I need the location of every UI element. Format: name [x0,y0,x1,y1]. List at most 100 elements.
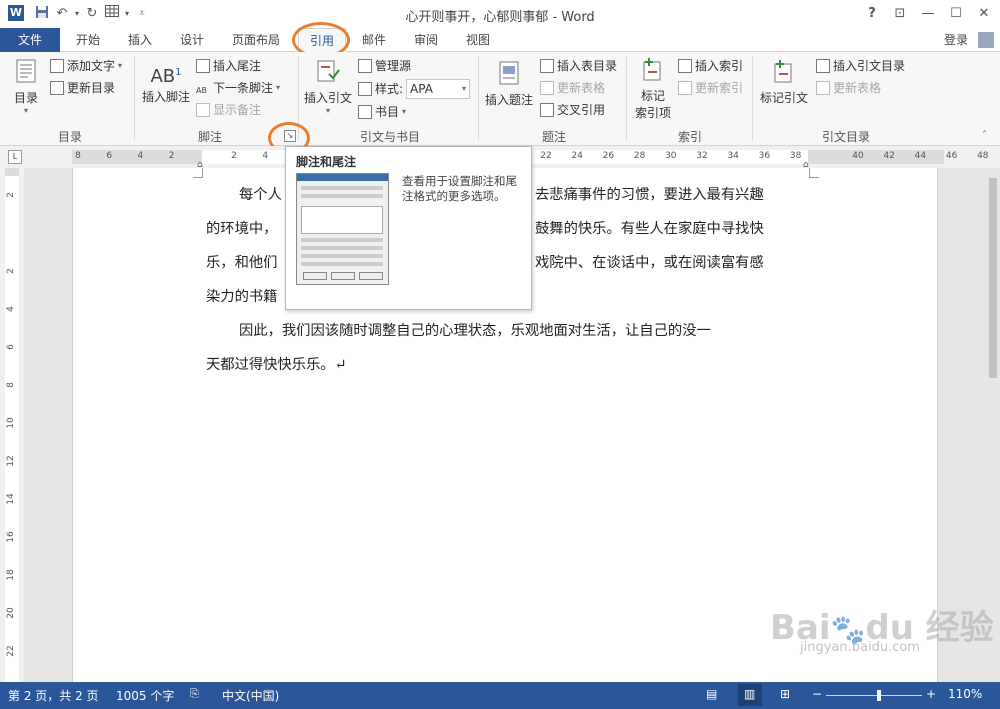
read-mode-icon[interactable]: ▤ [706,687,717,701]
minimize-button[interactable]: — [914,4,942,24]
ruler-tick-label: 34 [727,151,739,161]
bibliography-icon [358,105,372,119]
ribbon-tabs: 文件 开始 插入 设计 页面布局 引用 邮件 审阅 视图 登录 [0,28,1000,52]
tab-page-layout[interactable]: 页面布局 [224,28,288,52]
bibliography-button[interactable]: 书目 ▾ [358,102,406,122]
manage-sources-button[interactable]: 管理源 [358,56,411,76]
mark-citation-icon [774,60,792,83]
avatar[interactable] [978,32,994,48]
web-layout-icon[interactable]: ⊞ [780,687,790,701]
collapse-ribbon-icon[interactable]: ˄ [982,130,987,141]
ruler-tick-label: 46 [945,151,958,161]
tab-design[interactable]: 设计 [170,28,214,52]
dialog-preview-image [296,173,389,285]
group-label-toc: 目录 [57,130,82,144]
group-label-toa: 引文目录 [821,130,870,144]
window-title: 心开则事开，心郁则事郁 - Word [405,10,595,25]
proofing-icon[interactable]: ⎘ [190,687,199,701]
tab-file[interactable]: 文件 [0,28,60,52]
ruler-tick-label: 30 [665,151,677,161]
cross-reference-button[interactable]: 交叉引用 [540,100,605,120]
word-count[interactable]: 1005 个字 [116,687,174,704]
zoom-slider[interactable] [826,695,922,696]
group-label-citations: 引文与书目 [359,130,420,144]
para1-line3-left: 乐，和他们 [206,255,278,271]
redo-icon[interactable]: ↻ [82,5,102,23]
ruler-tick-label: 6 [106,151,113,161]
undo-dropdown-icon[interactable]: ▾ [72,5,82,23]
ribbon-display-options-button[interactable]: ⊡ [886,4,914,24]
undo-icon[interactable]: ↶ [52,5,72,23]
vruler-tick-label: 2 [6,192,16,198]
save-icon[interactable] [32,5,52,23]
para1-line2-left: 的环境中， [206,221,278,237]
toc-button[interactable]: 目录 ▾ [8,58,44,115]
watermark-url: jingyan.baidu.com [800,640,920,655]
table-icon[interactable] [102,5,122,23]
mark-entry-icon [643,58,661,81]
customize-icon[interactable]: ⩡ [132,5,152,23]
insert-citation-button[interactable]: 插入引文 ▾ [302,58,354,115]
ruler-tick-label: 26 [602,151,615,161]
endnote-icon [196,59,210,73]
insert-caption-button[interactable]: 插入题注 [482,60,536,108]
add-text-button[interactable]: 添加文字 ▾ [50,56,122,76]
footnote-tooltip: 脚注和尾注 查看用于设置脚注和尾注格式的更多选项。 [285,146,532,310]
style-icon [358,82,372,96]
ruler-tick-label: 24 [571,151,583,161]
show-notes-button[interactable]: 显示备注 [196,100,261,120]
ruler-tick-label: 44 [914,151,927,161]
tab-insert[interactable]: 插入 [118,28,162,52]
page-count[interactable]: 第 2 页，共 2 页 [8,687,99,704]
insert-toa-button[interactable]: 插入引文目录 [816,56,905,76]
tab-mailings[interactable]: 邮件 [352,28,396,52]
footnote-icon: AB1 [150,66,182,87]
sign-in-link[interactable]: 登录 [936,28,976,52]
tab-home[interactable]: 开始 [66,28,110,52]
zoom-level[interactable]: 110% [948,687,982,701]
ruler-tick-label: 40 [852,151,864,161]
zoom-slider-thumb[interactable] [876,690,881,701]
vruler-tick-label: 22 [6,645,16,657]
ruler-tick-label: 48 [977,151,989,161]
para1-line1-left: 每个人 [239,187,282,203]
next-footnote-button[interactable]: AB 下一条脚注 ▾ [196,78,280,98]
quick-access-toolbar: ↶ ▾ ↻ ▾ ⩡ [32,5,152,23]
group-label-captions: 题注 [541,130,566,144]
zoom-in-button[interactable]: + [926,687,936,701]
insert-endnote-button[interactable]: 插入尾注 [196,56,261,76]
tooltip-title: 脚注和尾注 [296,155,357,169]
group-label-index: 索引 [677,130,702,144]
vruler-tick-label: 6 [6,344,16,350]
scrollbar-thumb[interactable] [989,178,997,378]
print-layout-icon[interactable]: ▥ [744,687,755,701]
insert-index-icon [678,59,692,73]
ruler-tick-label: 4 [137,151,144,161]
group-label-footnotes: 脚注 [197,130,222,144]
zoom-out-button[interactable]: − [812,687,822,701]
next-footnote-icon: AB [196,86,207,95]
insert-index-button[interactable]: 插入索引 [678,56,743,76]
style-select[interactable]: APA ▾ [406,79,471,99]
update-table-button[interactable]: 更新表格 [540,78,605,98]
mark-entry-button[interactable]: 标记 索引项 [630,56,676,121]
maximize-button[interactable]: ☐ [942,4,970,24]
table-dropdown-icon[interactable]: ▾ [122,5,132,23]
word-app-icon[interactable]: W [8,5,24,21]
insert-footnote-button[interactable]: AB1 插入脚注 [140,60,192,105]
tab-review[interactable]: 审阅 [404,28,448,52]
para2-line2: 天都过得快快乐乐。↵ [206,357,347,373]
update-toc-button[interactable]: 更新目录 [50,78,115,98]
vruler-tick-label: 16 [6,531,16,543]
ruler-tick-label: 22 [540,151,552,161]
close-button[interactable]: ✕ [970,4,998,24]
update-index-button[interactable]: 更新索引 [678,78,743,98]
insert-table-of-figures-button[interactable]: 插入表目录 [540,56,617,76]
tab-view[interactable]: 视图 [456,28,500,52]
update-toa-button[interactable]: 更新表格 [816,78,881,98]
tab-selector-icon[interactable]: L [8,150,22,164]
vruler-tick-label: 2 [6,268,16,274]
mark-citation-button[interactable]: 标记引文 [756,58,812,106]
help-button[interactable]: ? [858,4,886,24]
language-indicator[interactable]: 中文(中国) [222,687,279,704]
